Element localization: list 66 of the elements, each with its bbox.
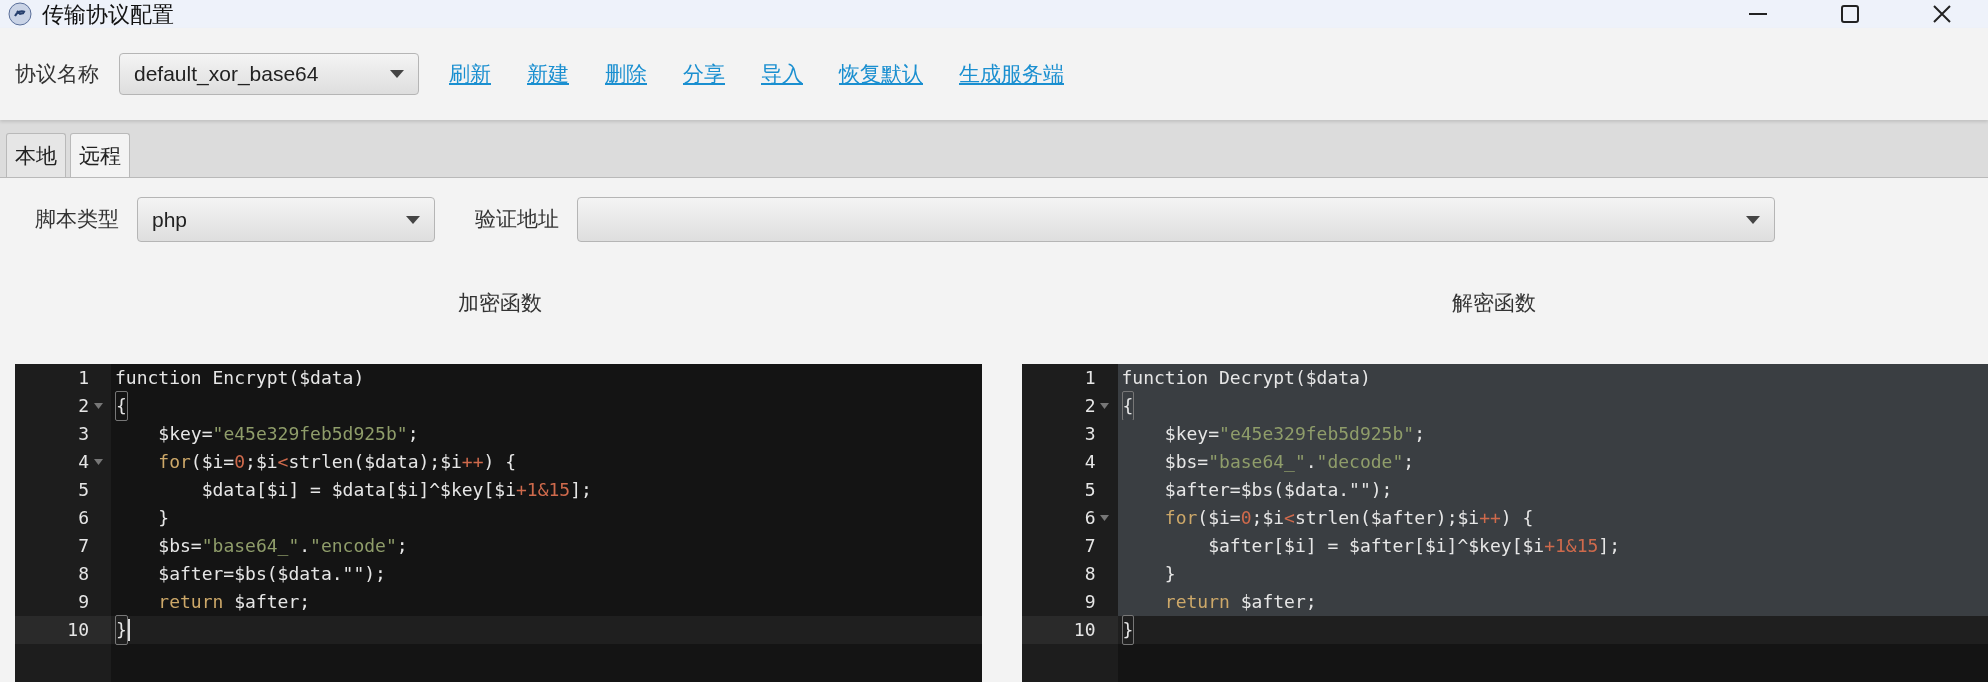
toolbar-link[interactable]: 刷新	[449, 58, 491, 90]
dropdown-caret-icon	[1746, 215, 1760, 224]
window-title: 传输协议配置	[42, 0, 174, 29]
code-editor[interactable]	[1021, 364, 1988, 682]
code-line: $bs="base64_"."encode";	[157, 534, 408, 558]
line-number: 5	[1084, 478, 1096, 502]
script-type-label: 脚本类型	[35, 205, 119, 232]
code-line: return $after;	[157, 590, 311, 614]
line-number: 2	[78, 394, 89, 418]
tab[interactable]: 本地	[6, 133, 66, 177]
line-number: 10	[67, 618, 89, 642]
line-number: 6	[78, 506, 89, 530]
code-line: $after=$bs($data."");	[1163, 478, 1393, 502]
code-line: }	[1163, 562, 1176, 586]
line-number: 4	[1084, 450, 1096, 474]
toolbar-link[interactable]: 分享	[683, 58, 725, 90]
toolbar-link[interactable]: 生成服务端	[959, 58, 1064, 90]
fold-arrow-icon[interactable]	[93, 403, 103, 409]
code-line: function Decrypt($data)	[1121, 366, 1371, 390]
editor-heading: 加密函数	[458, 290, 542, 317]
line-number: 3	[78, 422, 89, 446]
tab[interactable]: 远程	[70, 133, 130, 177]
line-number: 7	[1084, 534, 1096, 558]
code-line: $after=$bs($data."");	[157, 562, 386, 586]
line-number: 1	[78, 366, 89, 390]
toolbar-link[interactable]: 导入	[761, 58, 803, 90]
toolbar-link[interactable]: 新建	[527, 58, 569, 90]
line-number: 4	[78, 450, 89, 474]
script-type-dropdown[interactable]: php	[137, 197, 435, 242]
code-line: $key="e45e329feb5d925b";	[1163, 422, 1425, 446]
toolbar-link[interactable]: 恢复默认	[839, 58, 923, 90]
code-line: }	[157, 506, 170, 530]
code-line: $data[$i] = $data[$i]^$key[$i+1&15];	[200, 478, 592, 502]
code-line: $bs="base64_"."decode";	[1163, 450, 1415, 474]
code-line: for($i=0;$i<strlen($after);$i++) {	[1163, 506, 1534, 530]
maximize-icon	[1841, 5, 1859, 23]
fold-arrow-icon[interactable]	[1100, 403, 1109, 409]
dropdown-caret-icon	[390, 70, 404, 78]
code-line: $key="e45e329feb5d925b";	[157, 422, 419, 446]
code-line: return $after;	[1163, 590, 1317, 614]
line-number: 1	[1084, 366, 1096, 390]
editor-heading: 解密函数	[1452, 290, 1536, 317]
line-number: 6	[1084, 506, 1096, 530]
toolbar-link[interactable]: 删除	[605, 58, 647, 90]
protocol-name-label: 协议名称	[15, 61, 99, 88]
line-number: 7	[78, 534, 89, 558]
close-icon	[1933, 5, 1951, 23]
line-number: 8	[78, 562, 89, 586]
code-line: for($i=0;$i<strlen($data);$i++) {	[157, 450, 516, 474]
code-line: function Encrypt($data)	[115, 366, 365, 390]
fold-arrow-icon[interactable]	[93, 459, 103, 465]
code-line: $after[$i] = $after[$i]^$key[$i+1&15];	[1207, 534, 1620, 558]
fold-arrow-icon[interactable]	[1100, 515, 1109, 521]
line-number: 8	[1084, 562, 1096, 586]
dropdown-caret-icon	[406, 215, 420, 224]
line-number: 9	[1084, 590, 1096, 614]
line-number: 5	[78, 478, 89, 502]
protocol-dropdown[interactable]: default_xor_base64	[119, 53, 419, 95]
line-number: 9	[78, 590, 89, 614]
verify-url-label: 验证地址	[475, 205, 559, 232]
code-editor[interactable]	[15, 364, 982, 682]
line-number: 3	[1084, 422, 1096, 446]
line-number: 2	[1084, 394, 1096, 418]
line-number: 10	[1073, 618, 1096, 642]
minimize-icon	[1749, 13, 1767, 15]
text-cursor	[127, 619, 130, 641]
